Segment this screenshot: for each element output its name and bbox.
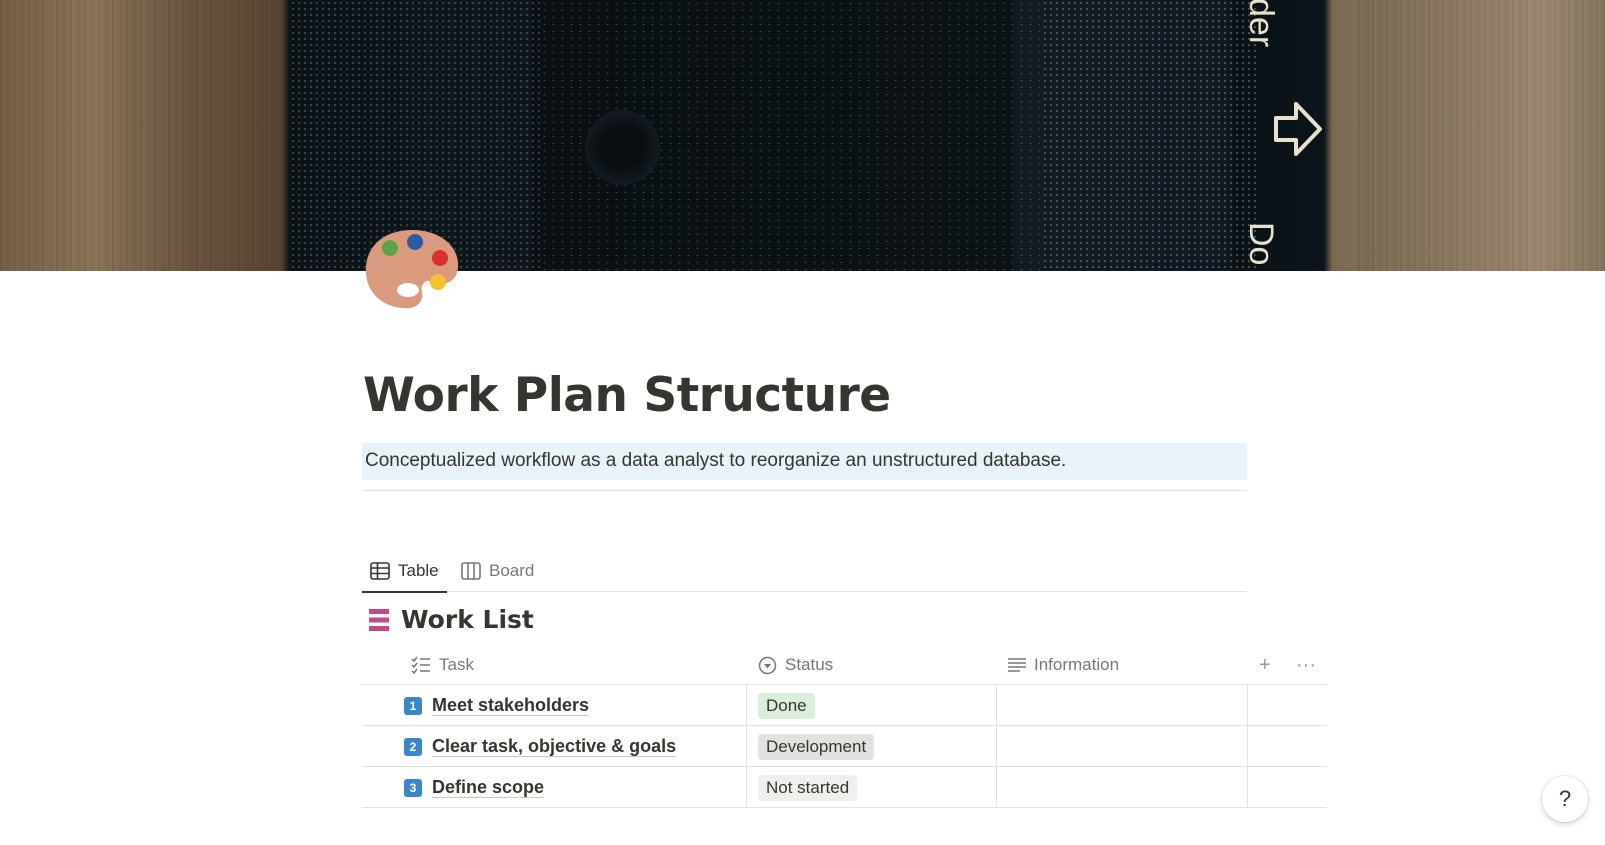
table-icon bbox=[370, 562, 390, 580]
table-header: Task Status Information + ··· bbox=[362, 645, 1327, 685]
database-title[interactable]: Work List bbox=[369, 605, 534, 634]
add-column-button[interactable]: + bbox=[1259, 645, 1271, 685]
tab-table[interactable]: Table bbox=[362, 550, 447, 593]
status-tag: Development bbox=[758, 733, 875, 760]
task-name[interactable]: Clear task, objective & goals bbox=[432, 736, 677, 757]
divider bbox=[362, 490, 1247, 491]
cover-text-top: der bbox=[1242, 0, 1280, 48]
status-tag: Done bbox=[758, 692, 815, 719]
task-cell[interactable]: 3 Define scope bbox=[404, 767, 545, 808]
status-cell[interactable]: Not started bbox=[758, 767, 858, 808]
task-name[interactable]: Meet stakeholders bbox=[432, 695, 590, 716]
database-title-label: Work List bbox=[401, 605, 534, 634]
task-cell[interactable]: 2 Clear task, objective & goals bbox=[404, 726, 677, 767]
table-row[interactable]: 2 Clear task, objective & goals Developm… bbox=[362, 726, 1327, 767]
cover-text-bottom: Do bbox=[1242, 222, 1280, 266]
keycap-number-icon: 1 bbox=[404, 696, 422, 715]
question-icon: ? bbox=[1558, 786, 1572, 811]
work-list-table: Task Status Information + ··· 1 Meet sta… bbox=[362, 645, 1327, 808]
page-description[interactable]: Conceptualized workflow as a data analys… bbox=[362, 443, 1247, 480]
column-header-information-label: Information bbox=[1034, 655, 1120, 674]
status-circle-icon bbox=[758, 656, 777, 674]
tab-board-label: Board bbox=[489, 561, 535, 580]
checklist-icon bbox=[411, 656, 430, 674]
keycap-number-icon: 2 bbox=[404, 737, 422, 756]
list-icon bbox=[369, 608, 389, 631]
tab-board[interactable]: Board bbox=[453, 550, 542, 592]
status-cell[interactable]: Development bbox=[758, 726, 875, 767]
cover-image: der Do bbox=[0, 0, 1605, 271]
column-header-information[interactable]: Information bbox=[1008, 645, 1119, 685]
board-icon bbox=[461, 562, 481, 580]
plus-icon: + bbox=[1259, 653, 1271, 676]
table-row[interactable]: 1 Meet stakeholders Done bbox=[362, 685, 1327, 726]
tab-table-label: Table bbox=[398, 561, 439, 580]
task-cell[interactable]: 1 Meet stakeholders bbox=[404, 685, 590, 726]
view-tabs: Table Board bbox=[362, 550, 1247, 593]
column-header-task-label: Task bbox=[439, 655, 474, 674]
more-options-button[interactable]: ··· bbox=[1296, 645, 1316, 685]
status-tag: Not started bbox=[758, 774, 858, 801]
column-header-status[interactable]: Status bbox=[758, 645, 833, 685]
more-icon: ··· bbox=[1296, 653, 1316, 676]
help-button[interactable]: ? bbox=[1542, 776, 1588, 822]
column-header-status-label: Status bbox=[785, 655, 834, 674]
text-lines-icon bbox=[1008, 658, 1026, 672]
table-row[interactable]: 3 Define scope Not started bbox=[362, 767, 1327, 808]
arrow-right-icon bbox=[1274, 102, 1322, 156]
status-cell[interactable]: Done bbox=[758, 685, 815, 726]
task-name[interactable]: Define scope bbox=[432, 777, 545, 798]
keycap-number-icon: 3 bbox=[404, 778, 422, 797]
page-title[interactable]: Work Plan Structure bbox=[363, 368, 891, 423]
column-header-task[interactable]: Task bbox=[411, 645, 474, 685]
artist-palette-icon[interactable] bbox=[362, 226, 462, 312]
